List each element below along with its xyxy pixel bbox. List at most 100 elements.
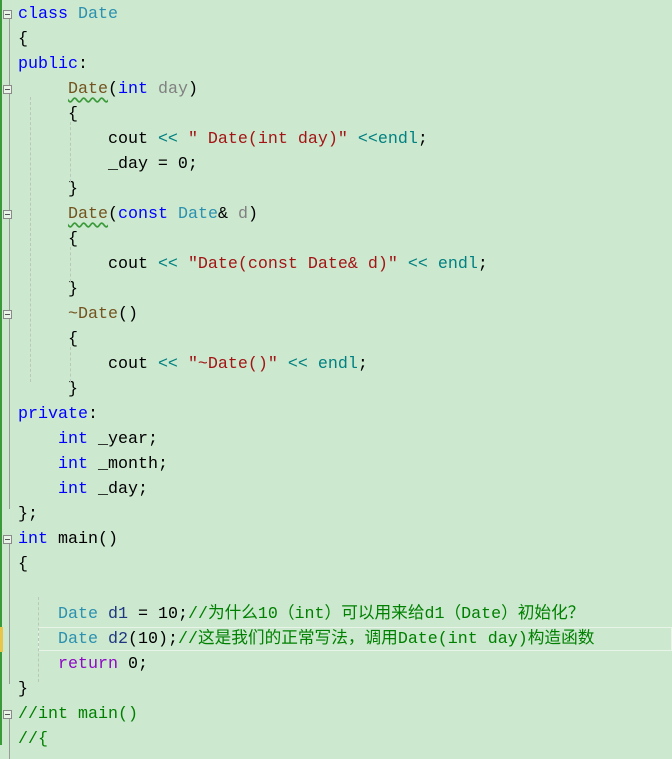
code-token-op: << xyxy=(287,355,308,374)
indent-guide xyxy=(30,97,31,382)
indent-guide xyxy=(38,597,39,682)
code-token-plain: ( xyxy=(107,205,118,224)
code-line: Date(int day) xyxy=(18,77,198,102)
fold-toggle-icon[interactable] xyxy=(3,710,12,719)
code-line: } xyxy=(18,177,78,202)
code-line: class Date xyxy=(18,2,118,27)
fold-range-line xyxy=(9,219,10,284)
indent-guide xyxy=(70,347,71,382)
code-token-fn: Date xyxy=(67,205,108,224)
code-token-str: "~Date()" xyxy=(187,355,278,374)
code-line: private: xyxy=(18,402,98,427)
code-token-plain: _month; xyxy=(87,455,168,474)
code-token-fn: Date xyxy=(67,80,108,99)
code-token-plain: ; xyxy=(357,355,368,374)
fold-range-line xyxy=(9,94,10,184)
code-token-cmt: //这是我们的正常写法，调用Date(int day)构造函数 xyxy=(177,630,595,649)
code-token-plain: _year; xyxy=(87,430,158,449)
code-line: } xyxy=(18,277,78,302)
code-token-plain: () xyxy=(117,305,138,324)
fold-toggle-icon[interactable] xyxy=(3,310,12,319)
code-token-op: << xyxy=(157,355,178,374)
code-token-plain: : xyxy=(87,405,98,424)
code-token-plain: { xyxy=(18,555,28,574)
code-token-plain: { xyxy=(18,230,78,249)
code-line: { xyxy=(18,102,78,127)
code-token-cmt: //为什么10（int）可以用来给d1（Date）初始化？ xyxy=(187,605,585,624)
code-token-op: << xyxy=(357,130,378,149)
code-token-plain: ) xyxy=(187,80,198,99)
code-token-kw: int xyxy=(57,430,88,449)
code-token-plain: }; xyxy=(18,505,38,524)
code-token-type: Date xyxy=(57,605,98,624)
code-line: Date d1 = 10;//为什么10（int）可以用来给d1（Date）初始… xyxy=(18,602,584,627)
code-token-plain: _day; xyxy=(87,480,148,499)
code-line: _day = 0; xyxy=(18,152,198,177)
code-token-plain: ) xyxy=(247,205,258,224)
code-line: //{ xyxy=(18,727,48,752)
code-line: Date d2(10);//这是我们的正常写法，调用Date(int day)构… xyxy=(18,627,594,652)
code-token-op: << xyxy=(407,255,428,274)
code-token-plain: & xyxy=(217,205,238,224)
code-token-plain: { xyxy=(18,30,28,49)
code-token-type: Date xyxy=(57,630,98,649)
code-token-var: d2 xyxy=(107,630,128,649)
code-token-str: "Date(const Date& d)" xyxy=(187,255,398,274)
code-line: int _day; xyxy=(18,477,148,502)
code-line: //int main() xyxy=(18,702,138,727)
code-token-plain: { xyxy=(18,105,78,124)
code-token-endl: endl xyxy=(377,130,418,149)
code-line: { xyxy=(18,227,78,252)
code-token-kw: int xyxy=(57,455,88,474)
code-token-cmt: //int main() xyxy=(18,705,138,724)
code-token-cmt: //{ xyxy=(18,730,48,749)
code-token-kw: private xyxy=(18,405,88,424)
code-token-type: Date xyxy=(177,205,218,224)
fold-toggle-icon[interactable] xyxy=(3,210,12,219)
fold-toggle-icon[interactable] xyxy=(3,10,12,19)
code-token-kw: int xyxy=(18,530,48,549)
indent-guide xyxy=(70,247,71,282)
code-token-plain: ; xyxy=(417,130,428,149)
code-token-plain: { xyxy=(18,330,78,349)
code-line: cout << "Date(const Date& d)" << endl; xyxy=(18,252,488,277)
code-token-kw: class xyxy=(18,5,68,24)
code-line: { xyxy=(18,552,28,577)
code-token-plain: } xyxy=(18,380,78,399)
code-token-plain: = 10; xyxy=(127,605,188,624)
code-token-fn: ~Date xyxy=(67,305,118,324)
code-token-op: << xyxy=(157,255,178,274)
code-line: Date(const Date& d) xyxy=(18,202,258,227)
code-line: ~Date() xyxy=(18,302,138,327)
code-token-kw: const xyxy=(117,205,168,224)
fold-toggle-icon[interactable] xyxy=(3,85,12,94)
code-token-plain: } xyxy=(18,280,78,299)
code-line: int main() xyxy=(18,527,118,552)
code-line: cout << " Date(int day)" <<endl; xyxy=(18,127,428,152)
code-token-type: Date xyxy=(77,5,118,24)
code-token-plain: cout xyxy=(18,130,158,149)
code-token-kw: int xyxy=(117,80,148,99)
indent-guide xyxy=(70,122,71,182)
code-token-plain: 0; xyxy=(117,655,148,674)
fold-toggle-icon[interactable] xyxy=(3,535,12,544)
fold-range-line xyxy=(9,719,10,759)
code-token-ret: return xyxy=(57,655,118,674)
code-token-plain: ( xyxy=(107,80,118,99)
code-line: } xyxy=(18,377,78,402)
